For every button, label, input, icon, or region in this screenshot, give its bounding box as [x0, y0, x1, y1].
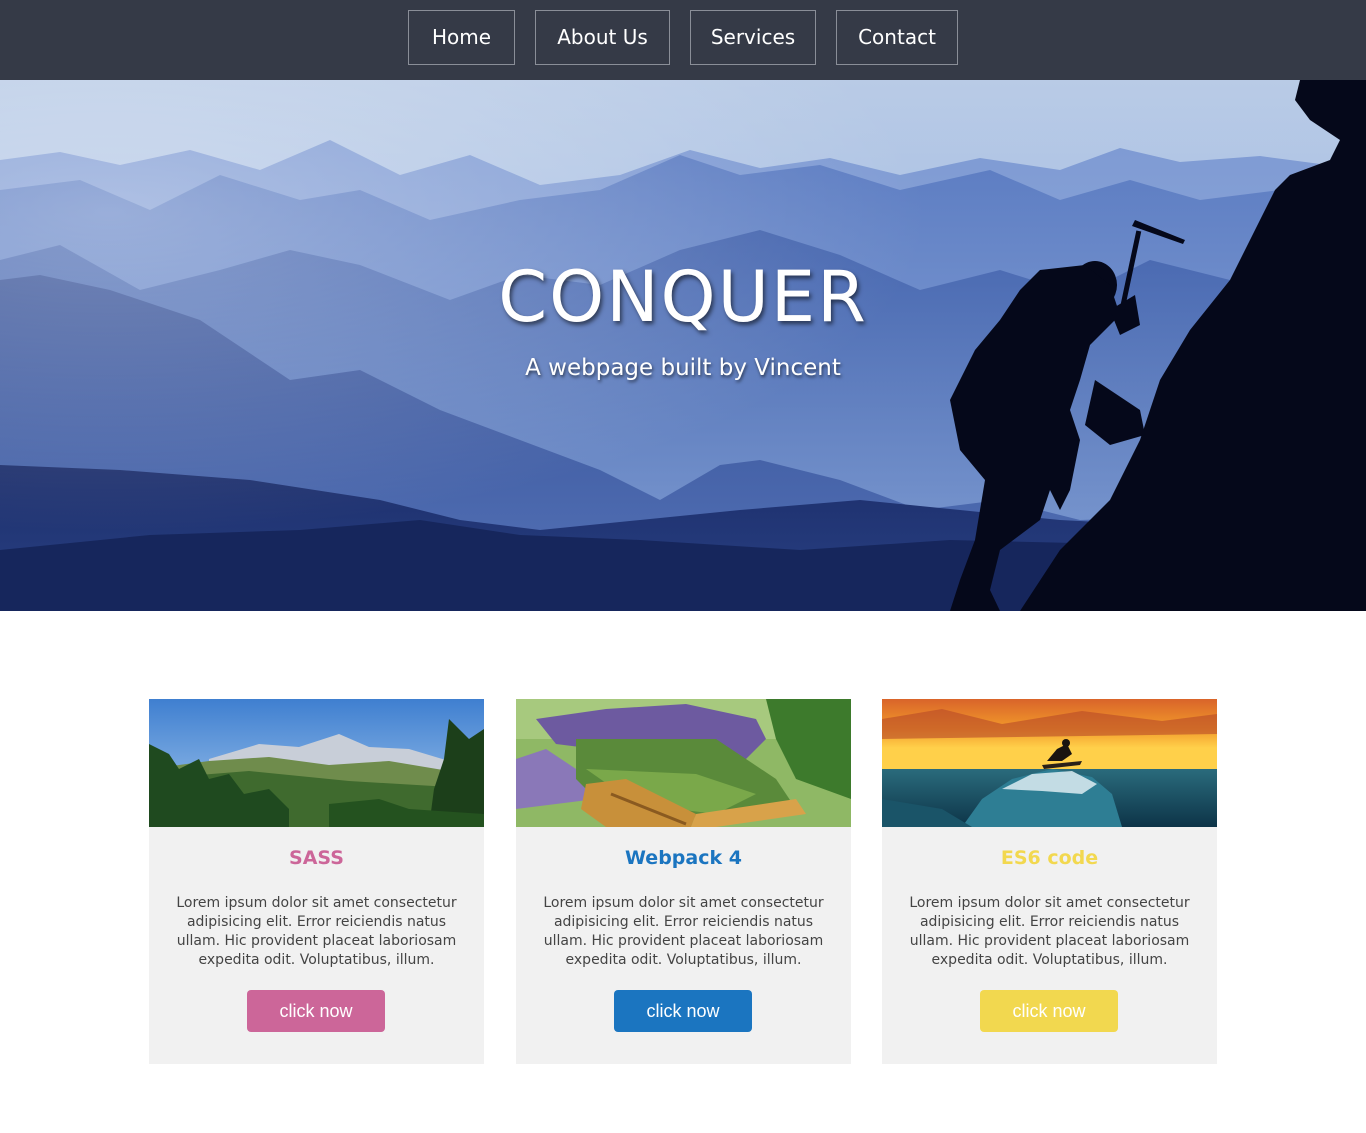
card-title: SASS: [289, 847, 344, 869]
card-sass: SASS Lorem ipsum dolor sit amet consecte…: [149, 699, 484, 1064]
card-image-lavender: [516, 699, 851, 827]
card-webpack: Webpack 4 Lorem ipsum dolor sit amet con…: [516, 699, 851, 1064]
card-es6: ES6 code Lorem ipsum dolor sit amet cons…: [882, 699, 1217, 1064]
hero-title: CONQUER: [498, 256, 868, 338]
nav-contact-link[interactable]: Contact: [836, 10, 958, 65]
card-description: Lorem ipsum dolor sit amet consectetur a…: [543, 895, 824, 968]
nav-about-link[interactable]: About Us: [535, 10, 670, 65]
nav-services-link[interactable]: Services: [690, 10, 816, 65]
nav-home-link[interactable]: Home: [408, 10, 515, 65]
hero-subtitle: A webpage built by Vincent: [525, 355, 841, 381]
card-description: Lorem ipsum dolor sit amet consectetur a…: [909, 895, 1190, 968]
click-now-button[interactable]: click now: [247, 990, 385, 1032]
click-now-button[interactable]: click now: [980, 990, 1118, 1032]
card-title: ES6 code: [1000, 847, 1099, 869]
click-now-button[interactable]: click now: [614, 990, 752, 1032]
card-description: Lorem ipsum dolor sit amet consectetur a…: [176, 895, 457, 968]
hero-background-image: [0, 80, 1366, 611]
card-title: Webpack 4: [625, 847, 742, 869]
top-navbar: Home About Us Services Contact: [0, 0, 1366, 80]
card-image-mountain: [149, 699, 484, 827]
hero-banner: CONQUER A webpage built by Vincent: [0, 80, 1366, 611]
card-image-surfer: [882, 699, 1217, 827]
